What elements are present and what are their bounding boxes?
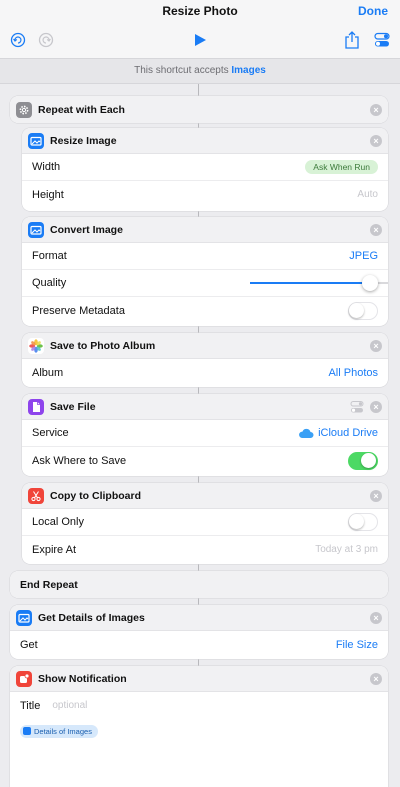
local-only-toggle[interactable] xyxy=(348,513,378,531)
notification-body[interactable]: Details of Images xyxy=(10,719,388,743)
title-field[interactable]: optional xyxy=(52,700,87,711)
banner-accent[interactable]: Images xyxy=(231,65,265,76)
image-icon xyxy=(23,727,31,735)
width-label: Width xyxy=(32,161,61,173)
details-variable-token[interactable]: Details of Images xyxy=(20,724,98,738)
card-title: Save File xyxy=(50,400,96,413)
ask-when-run-token[interactable]: Ask When Run xyxy=(305,160,378,174)
connector xyxy=(198,598,199,605)
gear-icon xyxy=(16,101,32,118)
convert-image-card: Convert Image × Format JPEG Quality Pres… xyxy=(22,217,388,326)
resize-image-card: Resize Image × Width Ask When Run Height… xyxy=(22,128,388,211)
format-label: Format xyxy=(32,250,67,262)
card-title: Show Notification xyxy=(38,672,127,685)
height-label: Height xyxy=(32,188,64,201)
close-icon[interactable]: × xyxy=(370,103,382,116)
image-icon xyxy=(16,609,32,626)
service-label: Service xyxy=(32,427,69,439)
local-only-row: Local Only xyxy=(22,509,388,536)
cloud-icon xyxy=(299,428,314,438)
redo-icon[interactable] xyxy=(38,32,54,48)
get-row[interactable]: Get File Size xyxy=(10,631,388,658)
share-icon[interactable] xyxy=(344,31,360,49)
settings-toggles-icon[interactable] xyxy=(350,400,364,414)
expire-at-field[interactable]: Today at 3 pm xyxy=(315,544,378,555)
format-row[interactable]: Format JPEG xyxy=(22,243,388,270)
album-row[interactable]: Album All Photos xyxy=(22,359,388,386)
album-label: Album xyxy=(32,366,64,379)
nav-bar: Resize Photo Done xyxy=(0,0,400,58)
preserve-metadata-row: Preserve Metadata xyxy=(22,297,388,324)
ask-where-to-save-toggle[interactable] xyxy=(348,451,378,470)
input-type-banner: This shortcut accepts Images xyxy=(0,58,400,84)
connector xyxy=(198,387,199,394)
width-row[interactable]: Width Ask When Run xyxy=(22,154,388,181)
connector xyxy=(198,564,199,571)
preserve-metadata-toggle[interactable] xyxy=(348,301,378,320)
card-title: End Repeat xyxy=(20,578,78,591)
close-icon[interactable]: × xyxy=(370,223,382,236)
service-row[interactable]: Service iCloud Drive xyxy=(22,420,388,447)
save-to-photo-album-card: Save to Photo Album × Album All Photos xyxy=(22,333,388,387)
card-title: Copy to Clipboard xyxy=(50,489,141,502)
card-title: Repeat with Each xyxy=(38,103,125,116)
save-file-card: Save File × Service iCloud Drive Ask Whe… xyxy=(22,394,388,476)
height-field[interactable]: Auto xyxy=(357,189,378,200)
end-repeat-card[interactable]: End Repeat xyxy=(10,571,388,598)
album-value[interactable]: All Photos xyxy=(328,367,378,379)
slider-thumb[interactable] xyxy=(362,275,378,291)
format-value[interactable]: JPEG xyxy=(349,250,378,262)
preserve-metadata-label: Preserve Metadata xyxy=(32,304,125,317)
connector xyxy=(198,84,199,96)
undo-icon[interactable] xyxy=(10,32,26,48)
ask-where-to-save-label: Ask Where to Save xyxy=(32,454,127,467)
height-row[interactable]: Height Auto xyxy=(22,181,388,208)
connector xyxy=(198,659,199,666)
close-icon[interactable]: × xyxy=(370,672,382,685)
service-value[interactable]: iCloud Drive xyxy=(318,427,378,439)
notification-icon xyxy=(16,670,32,687)
scissors-icon xyxy=(28,487,44,504)
ask-where-to-save-row: Ask Where to Save xyxy=(22,447,388,474)
local-only-label: Local Only xyxy=(32,516,84,528)
done-button[interactable]: Done xyxy=(358,4,388,18)
get-value[interactable]: File Size xyxy=(336,639,378,651)
title-label: Title xyxy=(20,699,41,712)
play-icon[interactable] xyxy=(193,33,207,47)
close-icon[interactable]: × xyxy=(370,339,382,352)
card-title: Save to Photo Album xyxy=(50,339,156,352)
card-title: Convert Image xyxy=(50,223,123,236)
expire-at-label: Expire At xyxy=(32,543,77,556)
get-details-card: Get Details of Images × Get File Size xyxy=(10,605,388,659)
copy-to-clipboard-card: Copy to Clipboard × Local Only Expire At… xyxy=(22,483,388,564)
close-icon[interactable]: × xyxy=(370,134,382,147)
connector xyxy=(198,326,199,333)
close-icon[interactable]: × xyxy=(370,400,382,413)
card-title: Get Details of Images xyxy=(38,611,145,624)
show-notification-card: Show Notification × Title optional Detai… xyxy=(10,666,388,787)
photos-icon xyxy=(28,337,44,354)
quality-slider[interactable] xyxy=(250,275,388,291)
document-icon xyxy=(28,398,44,415)
card-title: Resize Image xyxy=(50,134,117,147)
banner-text: This shortcut accepts xyxy=(134,65,232,76)
close-icon[interactable]: × xyxy=(370,489,382,502)
repeat-with-each-card[interactable]: Repeat with Each × xyxy=(10,96,388,123)
expire-at-row[interactable]: Expire At Today at 3 pm xyxy=(22,536,388,563)
connector xyxy=(198,476,199,483)
variable-label: Details of Images xyxy=(34,726,92,736)
settings-toggles-icon[interactable] xyxy=(374,32,390,48)
close-icon[interactable]: × xyxy=(370,611,382,624)
title-row[interactable]: Title optional xyxy=(10,692,388,719)
image-icon xyxy=(28,221,44,238)
nav-title: Resize Photo xyxy=(162,4,238,18)
slider-fill xyxy=(250,282,370,284)
image-icon xyxy=(28,132,44,149)
get-label: Get xyxy=(20,638,38,651)
quality-row: Quality xyxy=(22,270,388,297)
